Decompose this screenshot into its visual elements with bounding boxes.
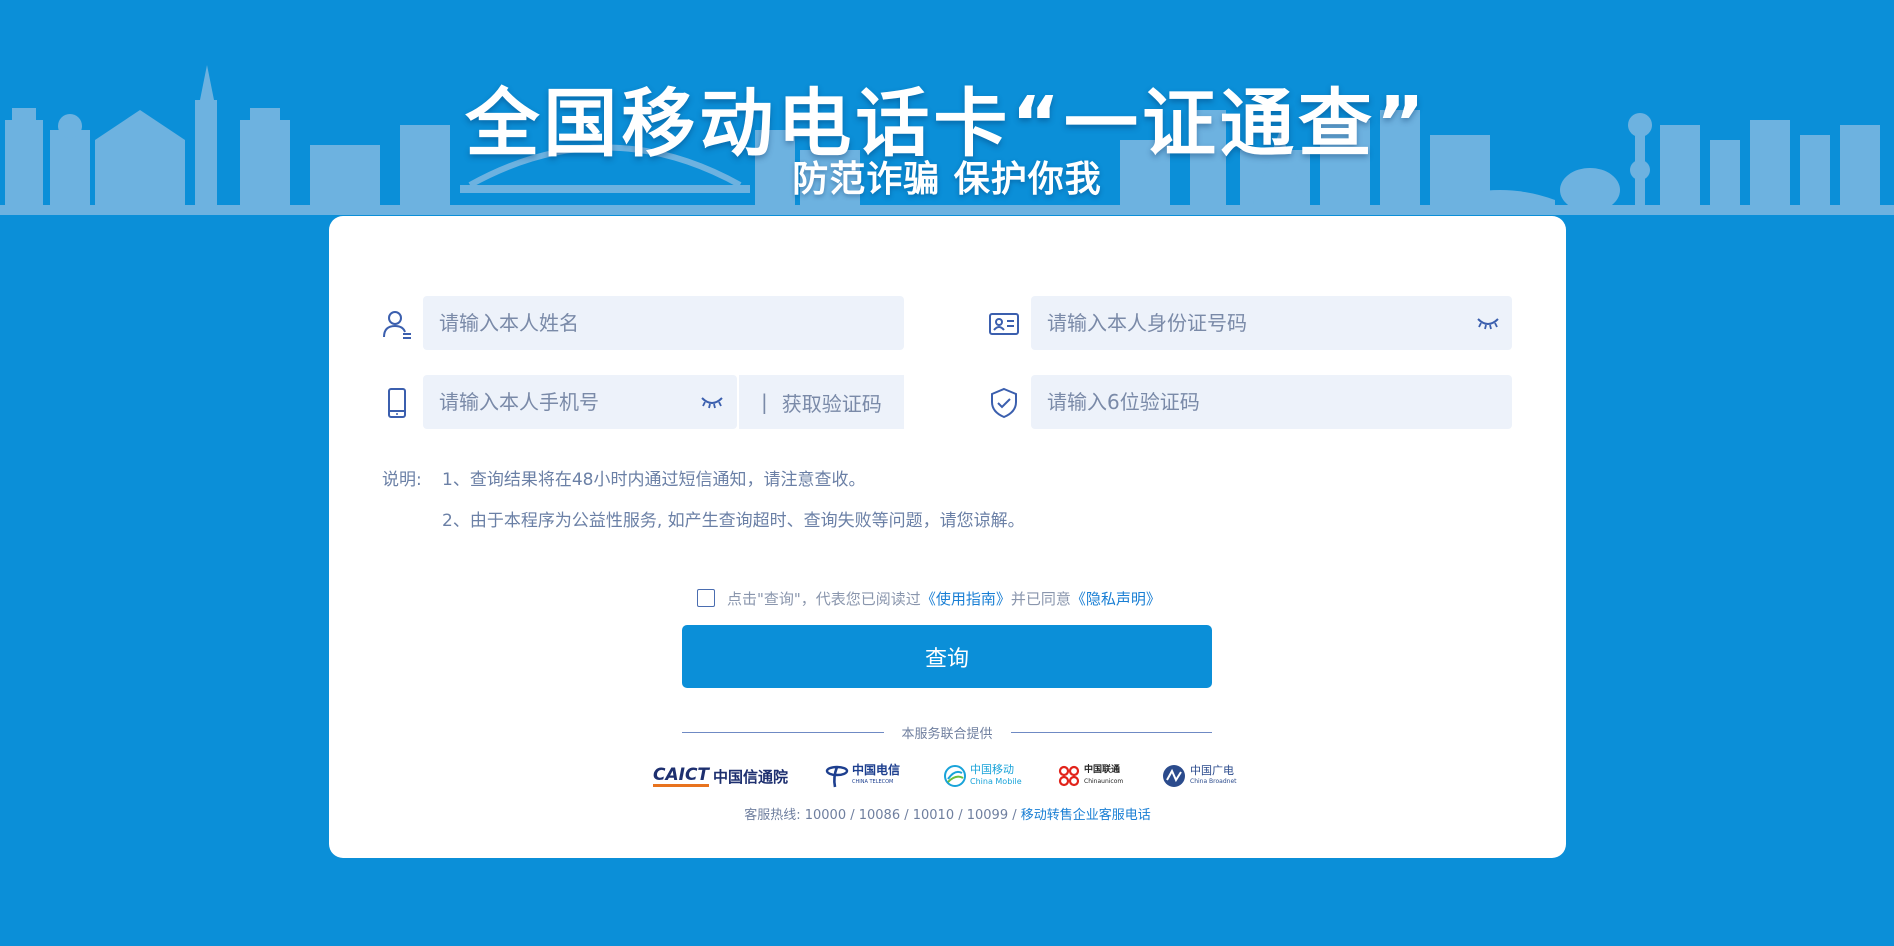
- china-mobile-sub: China Mobile: [970, 777, 1022, 786]
- agreement-prefix: 点击"查询"，代表您已阅读过: [727, 589, 921, 608]
- china-unicom-logo: 中国联通 Chinaunicom: [1057, 760, 1123, 792]
- note-item-2: 2、由于本程序为公益性服务, 如产生查询超时、查询失败等问题，请您谅解。: [442, 511, 1025, 531]
- china-telecom-icon: [825, 765, 849, 788]
- usage-guide-link[interactable]: 《使用指南》: [921, 588, 1011, 609]
- china-broadnet-logo: 中国广电 China Broadnet: [1161, 760, 1237, 792]
- query-form-card: | 获取验证码 说明: 1、查询结果将在48小时内通过短信通知，请注意查收。 2…: [329, 216, 1566, 858]
- china-mobile-logo: 中国移动 China Mobile: [943, 760, 1022, 792]
- china-mobile-text: 中国移动: [970, 763, 1014, 776]
- china-telecom-text: 中国电信: [852, 763, 901, 777]
- mobile-phone-icon: [388, 388, 406, 418]
- china-mobile-icon: [944, 765, 966, 787]
- china-broadnet-text: 中国广电: [1190, 764, 1234, 777]
- phone-input[interactable]: [423, 375, 737, 429]
- china-telecom-logo: 中国电信 CHINA TELECOM: [825, 760, 900, 792]
- form-row-2: | 获取验证码: [329, 375, 1566, 429]
- header-banner: 全国移动电话卡“一证通查” 防范诈骗 保护你我: [0, 0, 1894, 215]
- name-field-container: [423, 296, 904, 350]
- hotline-text: 客服热线: 10000 / 10086 / 10010 / 10099 /: [744, 808, 1017, 823]
- form-row-1: [329, 296, 1566, 350]
- china-unicom-sub: Chinaunicom: [1084, 778, 1124, 785]
- eye-closed-icon[interactable]: [1476, 316, 1500, 330]
- get-code-label: 获取验证码: [781, 391, 882, 416]
- china-telecom-sub: CHINA TELECOM: [852, 779, 894, 785]
- provider-label: 本服务联合提供: [901, 726, 993, 742]
- shield-check-icon: [991, 387, 1017, 419]
- provider-divider: 本服务联合提供: [682, 722, 1213, 742]
- mvno-hotline-link[interactable]: 移动转售企业客服电话: [1021, 808, 1151, 823]
- china-unicom-text: 中国联通: [1084, 765, 1121, 775]
- provider-logos: CAICT 中国信通院 中国电信 CHINA TELECOM 中国移动 Chin…: [653, 760, 1243, 792]
- agreement-middle: 并已同意: [1010, 589, 1071, 608]
- id-field-container: [1031, 296, 1512, 350]
- note-item-1: 1、查询结果将在48小时内通过短信通知，请注意查收。: [442, 470, 866, 490]
- name-input[interactable]: [423, 296, 904, 350]
- query-button[interactable]: 查询: [682, 625, 1212, 688]
- caict-logo: CAICT 中国信通院: [653, 760, 788, 792]
- phone-field-container: [423, 375, 737, 429]
- code-field-container: [1031, 375, 1512, 429]
- agreement-row: 点击"查询"，代表您已阅读过 《使用指南》 并已同意 《隐私声明》: [697, 584, 1161, 612]
- china-broadnet-icon: [1163, 765, 1185, 787]
- notes-label: 说明:: [382, 470, 422, 490]
- get-code-separator: |: [761, 390, 768, 414]
- divider-line-right: [1010, 731, 1213, 733]
- divider-line-left: [682, 731, 884, 733]
- id-number-input[interactable]: [1031, 296, 1512, 350]
- caict-text: 中国信通院: [713, 767, 789, 786]
- hotline-row: 客服热线: 10000 / 10086 / 10010 / 10099 / 移动…: [329, 804, 1566, 823]
- china-broadnet-sub: China Broadnet: [1190, 778, 1237, 785]
- caict-mark: CAICT: [653, 764, 710, 787]
- user-icon: [383, 311, 411, 339]
- id-card-icon: [989, 313, 1019, 335]
- agreement-checkbox[interactable]: [697, 589, 715, 607]
- verification-code-input[interactable]: [1031, 375, 1512, 429]
- privacy-statement-link[interactable]: 《隐私声明》: [1071, 588, 1161, 609]
- eye-closed-icon[interactable]: [700, 395, 724, 409]
- get-code-button[interactable]: | 获取验证码: [737, 375, 904, 429]
- china-unicom-icon: [1058, 765, 1080, 787]
- page-subtitle: 防范诈骗 保护你我: [792, 159, 1102, 200]
